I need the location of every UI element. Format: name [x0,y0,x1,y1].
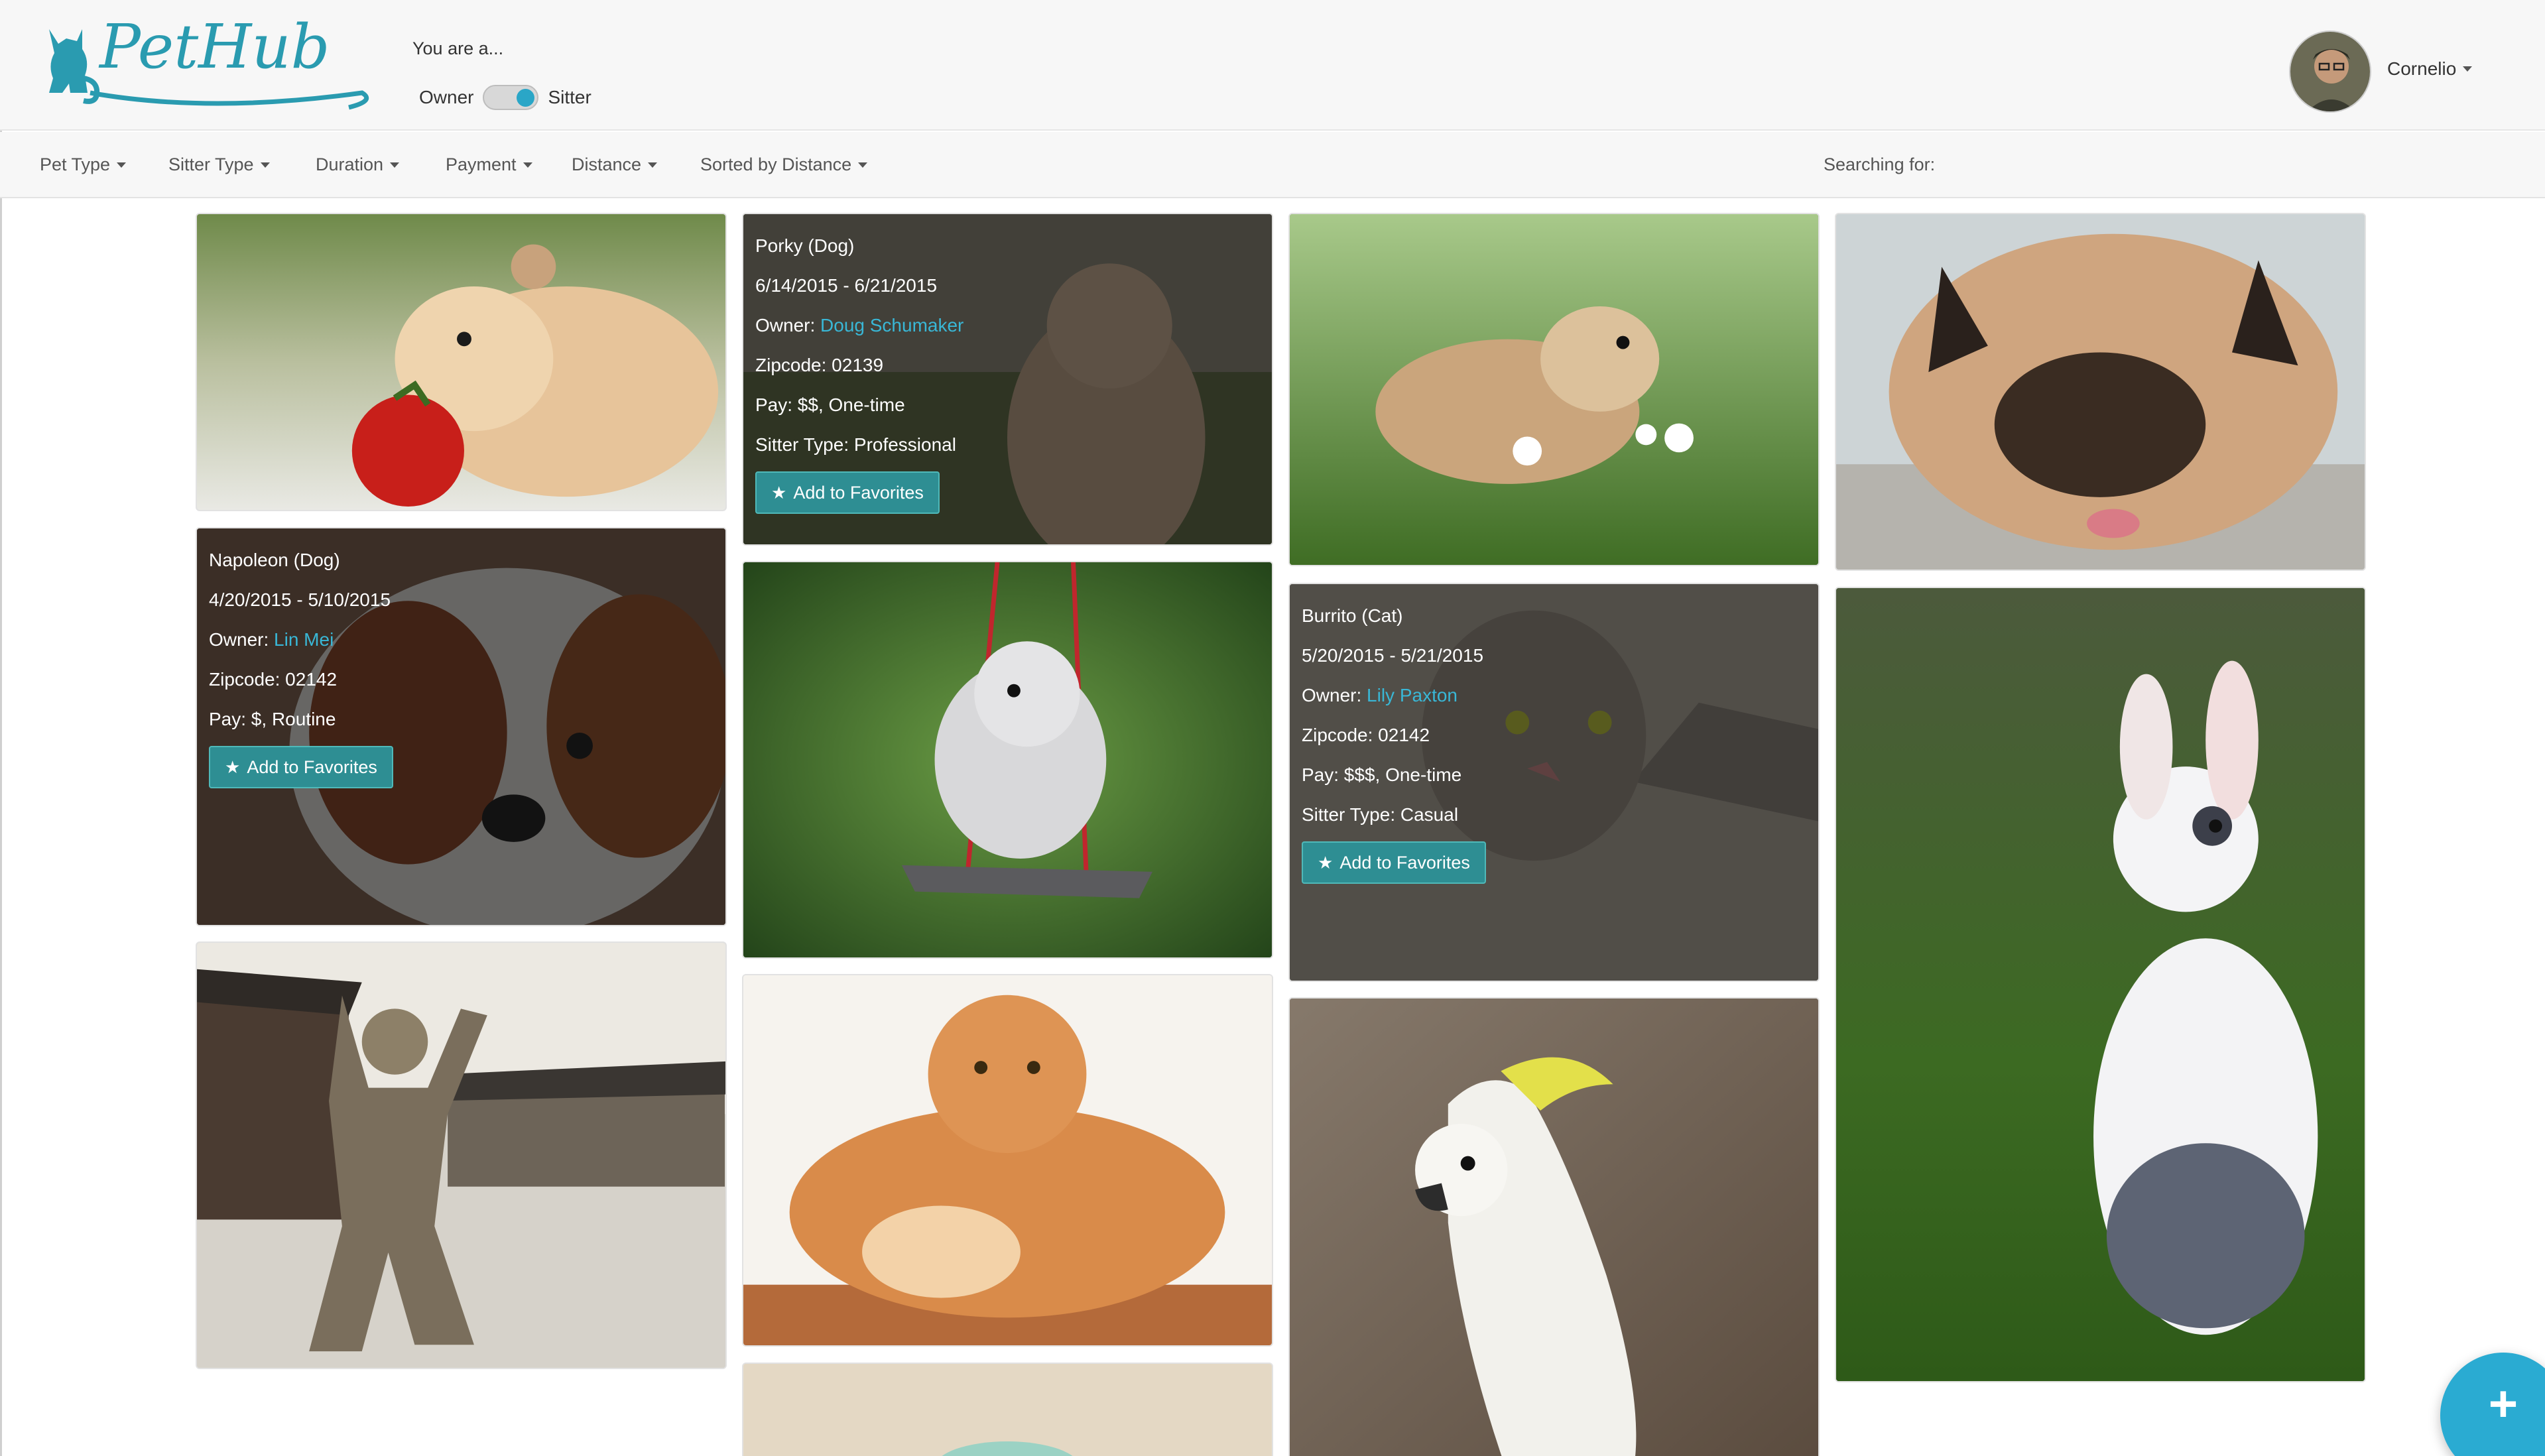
pet-sitter-type: Sitter Type: Professional [755,434,956,455]
owner-prefix: Owner: [1302,685,1367,705]
pet-sitter-type: Sitter Type: Casual [1302,804,1459,825]
pet-card-partial[interactable] [742,1363,1273,1456]
role-toggle-switch[interactable] [483,85,539,110]
dancing-cat-photo [197,943,725,1368]
pet-card-pug[interactable] [1835,213,2366,571]
role-selector: You are a... Owner Sitter [412,38,591,110]
pet-card-rabbit[interactable] [1835,587,2366,1382]
hamster-photo [197,214,725,510]
filter-pet-type[interactable]: Pet Type [40,154,127,175]
top-navbar: PetHub You are a... Owner Sitter Corneli… [0,0,2545,131]
star-icon: ★ [771,483,787,503]
pet-info: Napoleon (Dog) 4/20/2015 - 5/10/2015 Own… [209,540,393,788]
user-avatar-image [2290,32,2370,111]
button-label: Add to Favorites [1339,853,1470,873]
user-menu-dropdown[interactable]: Cornelio [2387,58,2473,80]
button-label: Add to Favorites [793,483,924,503]
owner-prefix: Owner: [209,629,275,650]
filter-distance[interactable]: Distance [572,154,658,175]
star-icon: ★ [225,757,241,777]
filter-label: Sorted by Distance [700,154,852,174]
chevron-down-icon [117,162,127,168]
user-name: Cornelio [2387,58,2457,79]
pet-card-porky[interactable]: Porky (Dog) 6/14/2015 - 6/21/2015 Owner:… [742,213,1273,546]
chevron-down-icon [648,162,658,168]
chevron-down-icon [260,162,270,168]
pet-zipcode: Zipcode: 02139 [755,355,884,375]
pet-card-napoleon[interactable]: Napoleon (Dog) 4/20/2015 - 5/10/2015 Own… [196,527,727,926]
rabbit-photo [1836,588,2365,1381]
owner-row: Owner: Lin Mei [209,620,393,660]
add-to-favorites-button[interactable]: ★ Add to Favorites [755,471,940,514]
pug-photo [1836,214,2365,570]
owner-link[interactable]: Lin Mei [274,629,334,650]
pet-dates: 4/20/2015 - 5/10/2015 [209,589,391,610]
chevron-down-icon [390,162,400,168]
filter-payment[interactable]: Payment [446,154,532,175]
add-to-favorites-button[interactable]: ★ Add to Favorites [209,746,393,788]
chevron-down-icon [858,162,868,168]
pet-dates: 6/14/2015 - 6/21/2015 [755,275,938,296]
chevron-down-icon [2463,66,2473,72]
filter-bar: Pet Type Sitter Type Duration Payment Di… [0,132,2545,198]
pet-card-burrito[interactable]: Burrito (Cat) 5/20/2015 - 5/21/2015 Owne… [1288,583,1820,982]
filter-sitter-type[interactable]: Sitter Type [168,154,270,175]
searching-for-label: Searching for: [1824,154,1936,174]
button-label: Add to Favorites [247,757,377,777]
pethub-logo[interactable]: PetHub [44,15,382,114]
filter-label: Sitter Type [168,154,254,174]
owner-link[interactable]: Lily Paxton [1367,685,1458,705]
orange-cat-photo [743,975,1272,1345]
pet-name: Napoleon (Dog) [209,550,340,570]
pet-info: Porky (Dog) 6/14/2015 - 6/21/2015 Owner:… [755,226,963,514]
owner-label[interactable]: Owner [419,87,473,108]
pet-name: Burrito (Cat) [1302,605,1403,626]
filter-duration[interactable]: Duration [316,154,400,175]
pet-card-cockatoo[interactable] [1288,997,1820,1456]
role-toggle-row: Owner Sitter [419,85,591,110]
pet-zipcode: Zipcode: 02142 [1302,725,1430,745]
star-icon: ★ [1318,853,1334,873]
pet-name: Porky (Dog) [755,235,855,256]
pet-dates: 5/20/2015 - 5/21/2015 [1302,645,1484,666]
pet-pay: Pay: $$, One-time [755,394,905,415]
owner-prefix: Owner: [755,315,821,335]
partial-pet-photo [743,1364,1272,1456]
filter-label: Distance [572,154,642,174]
role-title: You are a... [412,38,504,58]
svg-text:PetHub: PetHub [98,15,330,82]
owner-link[interactable]: Doug Schumaker [820,315,963,335]
pet-card-swing-hamster[interactable] [742,561,1273,959]
pet-pay: Pay: $, Routine [209,709,336,729]
cockatoo-photo [1290,999,1818,1456]
pet-card-hamster[interactable] [196,213,727,511]
add-listing-button[interactable]: + [2440,1353,2545,1456]
swing-hamster-photo [743,562,1272,957]
sitter-label[interactable]: Sitter [548,87,591,108]
filter-sort[interactable]: Sorted by Distance [700,154,868,175]
owner-row: Owner: Lily Paxton [1302,676,1486,715]
toggle-knob [517,89,535,107]
filter-label: Payment [446,154,517,174]
owner-row: Owner: Doug Schumaker [755,306,963,345]
pet-card-guinea-pig[interactable] [1288,213,1820,566]
filter-label: Duration [316,154,384,174]
guinea-pig-photo [1290,214,1818,565]
filter-label: Pet Type [40,154,111,174]
pet-card-dancing-cat[interactable] [196,941,727,1369]
window-edge [0,0,2,1456]
avatar[interactable] [2289,30,2371,113]
pet-pay: Pay: $$$, One-time [1302,764,1462,785]
plus-icon: + [2488,1376,2518,1432]
pet-info: Burrito (Cat) 5/20/2015 - 5/21/2015 Owne… [1302,596,1486,884]
chevron-down-icon [523,162,532,168]
pet-card-orange-cat[interactable] [742,974,1273,1347]
pet-zipcode: Zipcode: 02142 [209,669,338,690]
add-to-favorites-button[interactable]: ★ Add to Favorites [1302,841,1486,884]
